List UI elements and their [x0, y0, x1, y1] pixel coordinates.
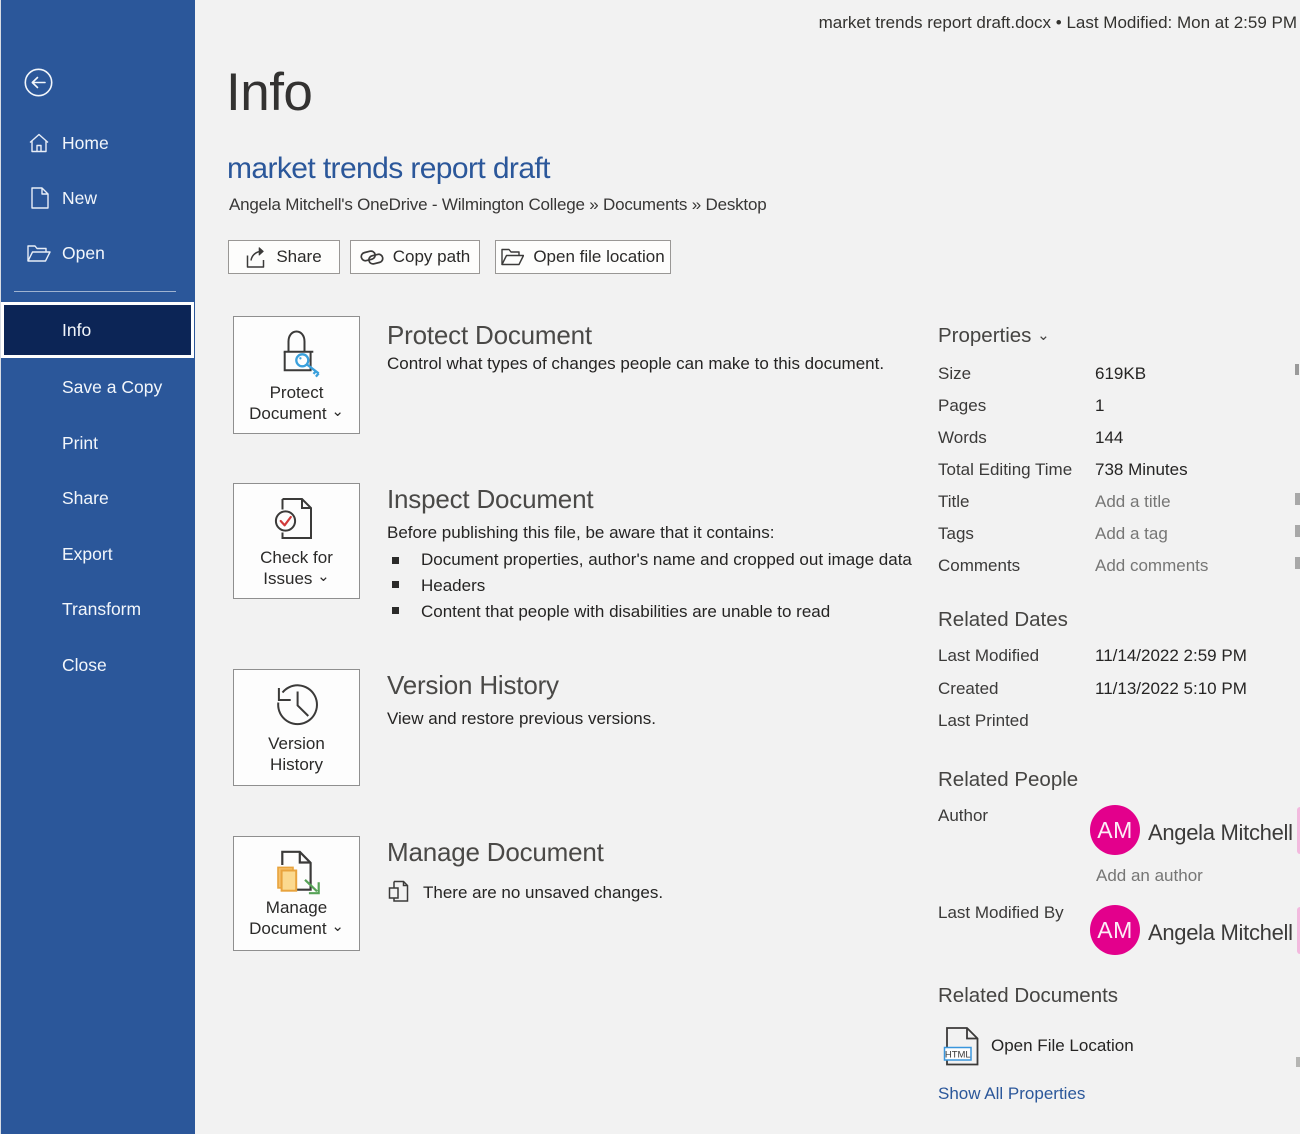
svg-text:HTML: HTML — [945, 1050, 971, 1061]
